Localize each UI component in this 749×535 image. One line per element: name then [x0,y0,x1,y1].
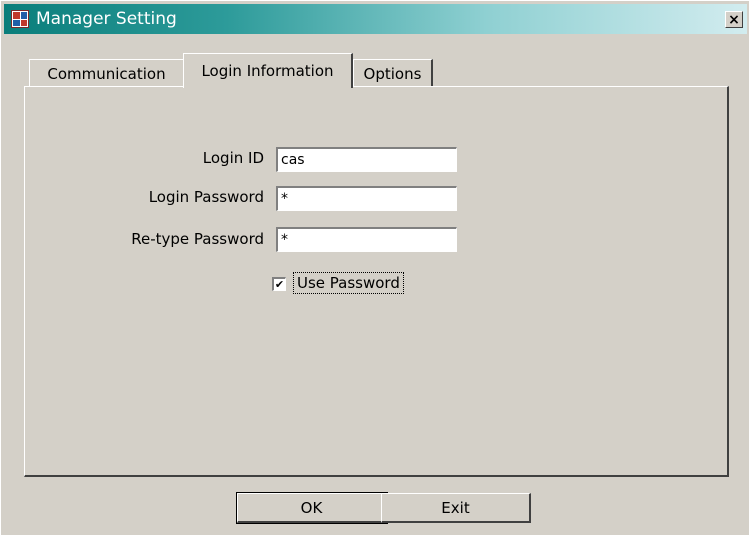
login-password-input[interactable] [276,186,457,211]
login-password-label: Login Password [148,188,264,206]
tab-options[interactable]: Options [353,59,433,87]
close-button[interactable]: × [725,11,743,28]
app-icon [11,10,29,28]
use-password-label[interactable]: Use Password [293,272,404,294]
login-id-label: Login ID [202,149,264,167]
window-title: Manager Setting [36,9,177,29]
manager-setting-window: Manager Setting × Communication Login In… [0,0,749,535]
tab-login-information[interactable]: Login Information [183,53,353,88]
login-id-input[interactable] [276,147,457,172]
tab-communication[interactable]: Communication [29,59,183,87]
use-password-checkbox[interactable]: ✔ [272,277,286,291]
retype-password-label: Re-type Password [131,230,264,248]
retype-password-input[interactable] [276,227,457,252]
exit-button[interactable]: Exit [381,493,531,523]
title-bar[interactable]: Manager Setting × [4,4,747,34]
ok-button[interactable]: OK [236,492,388,524]
